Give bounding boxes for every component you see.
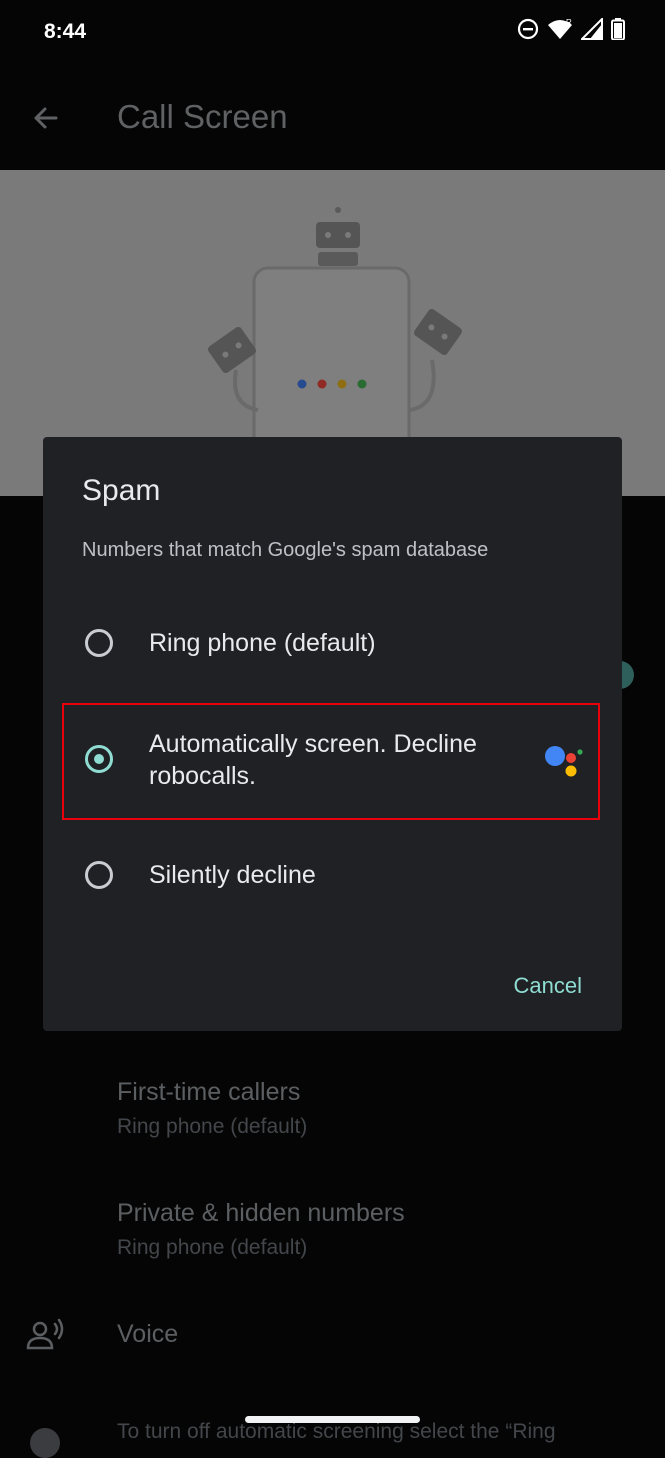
option-label: Silently decline — [149, 861, 316, 889]
status-icons: R — [517, 18, 625, 40]
status-bar: 8:44 R — [0, 0, 665, 64]
setting-title: Private & hidden numbers — [117, 1199, 405, 1227]
page-title: Call Screen — [117, 98, 288, 135]
option-label: Automatically screen. Decline robocalls. — [149, 730, 477, 790]
option-ring-phone[interactable]: Ring phone (default) — [43, 611, 622, 675]
signal-icon — [581, 18, 603, 40]
status-time: 8:44 — [44, 20, 87, 43]
cancel-button[interactable]: Cancel — [514, 973, 582, 999]
spam-dialog: Spam Numbers that match Google's spam da… — [43, 437, 622, 1031]
radio-button[interactable] — [85, 861, 113, 889]
option-silently-decline[interactable]: Silently decline — [43, 843, 622, 907]
dialog-title: Spam — [82, 474, 161, 507]
radio-button[interactable] — [85, 629, 113, 657]
setting-title: First-time callers — [117, 1078, 301, 1106]
voice-icon — [26, 1318, 64, 1350]
battery-icon — [611, 18, 625, 40]
back-arrow-icon[interactable] — [26, 98, 66, 138]
setting-first-time-callers[interactable]: First-time callers Ring phone (default) — [117, 1078, 307, 1139]
setting-private-numbers[interactable]: Private & hidden numbers Ring phone (def… — [117, 1199, 405, 1260]
google-assistant-icon — [545, 746, 583, 777]
gesture-nav-bar[interactable] — [245, 1416, 420, 1423]
option-auto-screen[interactable]: Automatically screen. Decline robocalls. — [43, 707, 622, 817]
dialog-subtitle: Numbers that match Google's spam databas… — [82, 539, 489, 561]
footer-text: To turn off automatic screening select t… — [117, 1420, 556, 1443]
info-icon — [30, 1428, 60, 1458]
setting-voice[interactable]: Voice — [117, 1320, 178, 1349]
do-not-disturb-icon — [517, 18, 539, 40]
setting-value: Ring phone (default) — [117, 1115, 308, 1138]
app-bar: Call Screen — [0, 64, 665, 170]
wifi-icon: R — [548, 18, 572, 39]
svg-text:R: R — [566, 18, 572, 27]
option-label: Ring phone (default) — [149, 629, 376, 657]
setting-value: Ring phone (default) — [117, 1236, 308, 1259]
radio-button-selected[interactable] — [85, 745, 113, 773]
